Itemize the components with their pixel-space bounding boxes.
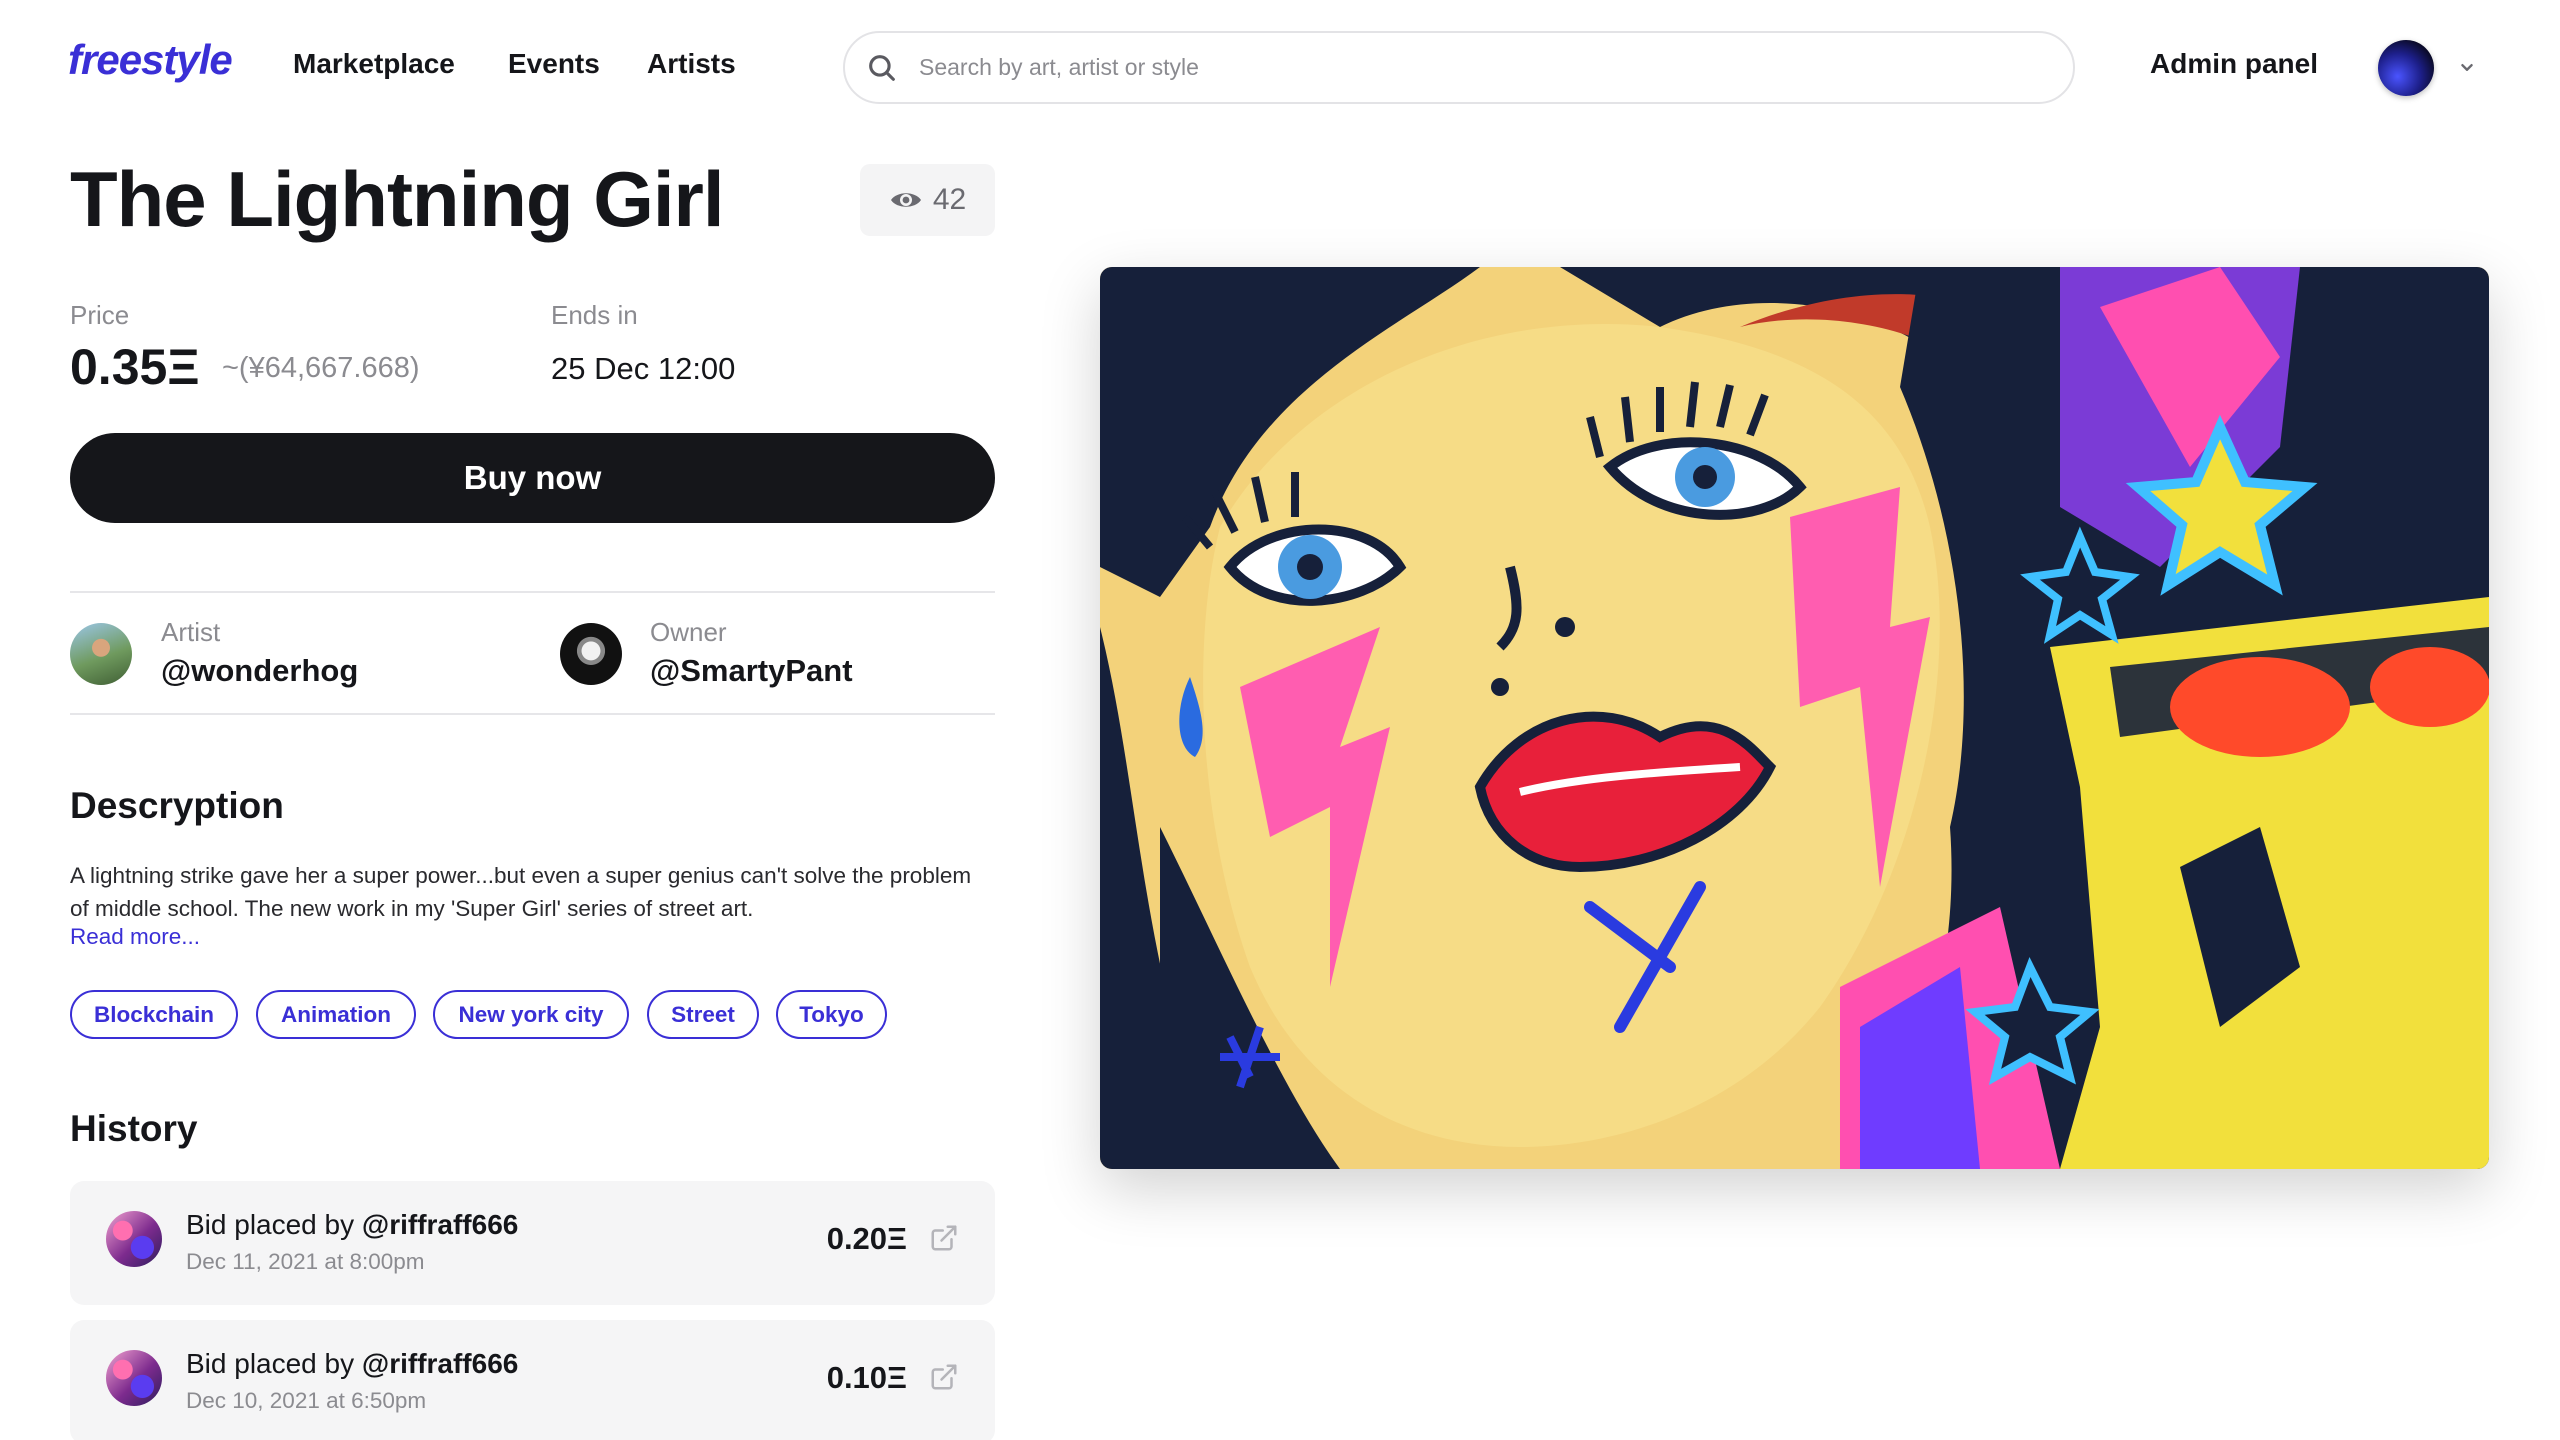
- bidder-handle[interactable]: @riffraff666: [362, 1348, 518, 1379]
- description-heading: Descryption: [70, 785, 284, 826]
- view-count: 42: [932, 183, 967, 216]
- history-amount: 0.20Ξ: [826, 1221, 907, 1256]
- search-icon: [869, 54, 895, 81]
- history-heading: History: [70, 1108, 198, 1149]
- tag-chip[interactable]: Animation: [256, 990, 416, 1039]
- owner-handle[interactable]: @SmartyPant: [650, 653, 853, 689]
- artwork-title: The Lightning Girl: [70, 155, 725, 243]
- tag-chip[interactable]: Blockchain: [70, 990, 238, 1039]
- buy-now-button[interactable]: Buy now: [70, 433, 995, 523]
- external-link-icon[interactable]: [929, 1223, 959, 1253]
- history-amount: 0.10Ξ: [826, 1360, 907, 1395]
- owner-avatar[interactable]: [560, 623, 622, 685]
- external-link-icon[interactable]: [929, 1362, 959, 1392]
- tag-chip[interactable]: Tokyo: [776, 990, 887, 1039]
- divider: [70, 713, 995, 715]
- tag-chip[interactable]: Street: [647, 990, 759, 1039]
- artist-label: Artist: [161, 617, 221, 647]
- tag-chip[interactable]: New york city: [433, 990, 629, 1039]
- bidder-avatar[interactable]: [106, 1350, 162, 1406]
- artist-handle[interactable]: @wonderhog: [161, 653, 358, 689]
- history-item: Bid placed by @riffraff666 Dec 11, 2021 …: [70, 1181, 995, 1305]
- ends-label: Ends in: [551, 300, 638, 330]
- admin-panel-link[interactable]: Admin panel: [2150, 48, 2318, 80]
- bidder-avatar[interactable]: [106, 1211, 162, 1267]
- eye-icon: [890, 193, 921, 207]
- artwork-image[interactable]: [1100, 267, 2489, 1169]
- nav-artists[interactable]: Artists: [647, 48, 736, 80]
- freestyle-logo[interactable]: freestyle: [68, 36, 233, 84]
- history-text: Bid placed by @riffraff666: [186, 1209, 519, 1240]
- history-text: Bid placed by @riffraff666: [186, 1348, 519, 1379]
- bidder-handle[interactable]: @riffraff666: [362, 1209, 518, 1240]
- artist-avatar[interactable]: [70, 623, 132, 685]
- price-value: 0.35Ξ: [70, 339, 200, 395]
- search-bar[interactable]: [843, 31, 2075, 104]
- history-date: Dec 10, 2021 at 6:50pm: [186, 1388, 427, 1413]
- read-more-link[interactable]: Read more...: [70, 924, 200, 950]
- history-date: Dec 11, 2021 at 8:00pm: [186, 1249, 425, 1274]
- price-label: Price: [70, 300, 130, 330]
- description-text: A lightning strike gave her a super powe…: [70, 863, 972, 921]
- chevron-down-icon[interactable]: [2456, 56, 2478, 78]
- divider: [70, 591, 995, 593]
- history-item: Bid placed by @riffraff666 Dec 10, 2021 …: [70, 1320, 995, 1440]
- owner-label: Owner: [650, 617, 727, 647]
- nav-events[interactable]: Events: [508, 48, 600, 80]
- nav-marketplace[interactable]: Marketplace: [293, 48, 455, 80]
- ends-value: 25 Dec 12:00: [551, 351, 736, 386]
- price-fiat: ~(¥64,667.668): [222, 352, 420, 384]
- view-count-badge: 42: [860, 164, 995, 236]
- user-avatar[interactable]: [2378, 40, 2434, 96]
- search-input[interactable]: [919, 54, 2019, 81]
